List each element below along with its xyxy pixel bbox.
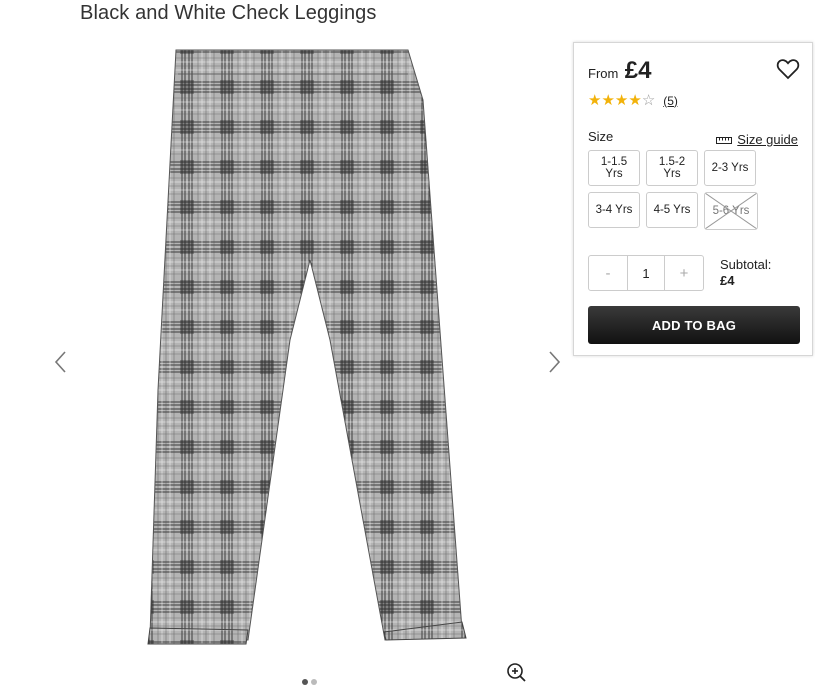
price-from-label: From xyxy=(588,66,619,81)
prev-image-button[interactable] xyxy=(50,347,72,377)
product-gallery xyxy=(40,40,570,685)
subtotal-label: Subtotal: xyxy=(720,257,772,272)
size-option-unavailable[interactable]: 5-6 Yrs xyxy=(704,192,758,230)
quantity-input[interactable]: 1 xyxy=(627,256,665,290)
star-empty-icon: ☆ xyxy=(641,92,656,109)
chevron-right-icon xyxy=(549,351,561,373)
review-count-link[interactable]: (5) xyxy=(663,94,678,108)
quantity-decrease-button[interactable]: - xyxy=(589,256,627,290)
purchase-panel: From £4 ★ ★ ★ ★ ☆ (5) Size Size guide 1-… xyxy=(573,42,813,356)
quantity-stepper: - 1 + xyxy=(588,255,704,291)
size-option[interactable]: 1-1.5 Yrs xyxy=(588,150,640,186)
subtotal: Subtotal: £4 xyxy=(720,257,771,289)
price: From £4 xyxy=(588,57,652,85)
size-label: Size xyxy=(588,129,614,144)
next-image-button[interactable] xyxy=(543,347,565,377)
add-to-bag-button[interactable]: ADD TO BAG xyxy=(588,306,800,344)
star-filled-icon: ★ xyxy=(601,92,615,109)
subtotal-value: £4 xyxy=(720,273,735,288)
gallery-dot[interactable] xyxy=(302,679,308,685)
gallery-pagination xyxy=(302,672,320,690)
size-guide-label: Size guide xyxy=(737,132,798,147)
gallery-dot[interactable] xyxy=(311,679,317,685)
star-filled-icon: ★ xyxy=(588,92,602,109)
size-option[interactable]: 4-5 Yrs xyxy=(646,192,698,228)
quantity-increase-button[interactable]: + xyxy=(665,256,703,290)
product-title: Black and White Check Leggings xyxy=(80,2,377,24)
chevron-left-icon xyxy=(54,351,66,373)
price-value: £4 xyxy=(624,57,652,84)
ruler-icon xyxy=(716,136,733,144)
product-rating: ★ ★ ★ ★ ☆ (5) xyxy=(588,93,678,108)
unavailable-cross-icon xyxy=(705,193,757,229)
size-guide-link[interactable]: Size guide xyxy=(716,132,798,147)
product-image xyxy=(147,49,467,645)
heart-icon[interactable] xyxy=(776,57,800,81)
zoom-in-icon[interactable] xyxy=(506,662,526,682)
star-filled-icon: ★ xyxy=(628,92,642,109)
star-filled-icon: ★ xyxy=(614,92,629,109)
size-option[interactable]: 1.5-2 Yrs xyxy=(646,150,698,186)
size-option[interactable]: 3-4 Yrs xyxy=(588,192,640,228)
size-option[interactable]: 2-3 Yrs xyxy=(704,150,756,186)
